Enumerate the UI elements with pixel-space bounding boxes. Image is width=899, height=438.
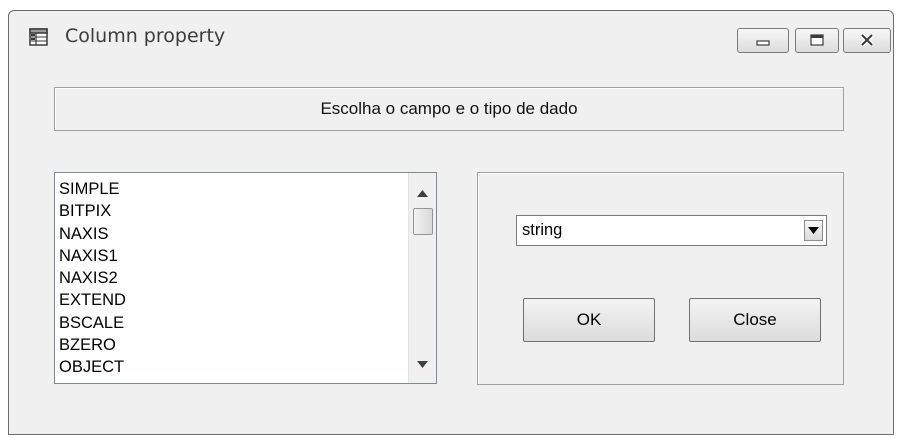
list-item[interactable]: OBJECT (59, 356, 436, 378)
instruction-panel: Escolha o campo e o tipo de dado (54, 87, 844, 131)
ok-button[interactable]: OK (523, 298, 655, 342)
close-icon (860, 33, 874, 47)
field-listbox[interactable]: SIMPLE BITPIX NAXIS NAXIS1 NAXIS2 EXTEND… (54, 172, 437, 384)
list-item[interactable]: SIMPLE (59, 178, 436, 200)
list-scrollbar[interactable] (408, 173, 436, 383)
dropdown-button[interactable] (804, 220, 823, 241)
list-item[interactable]: BITPIX (59, 200, 436, 222)
scroll-up-arrow-icon[interactable] (417, 184, 428, 202)
scroll-thumb[interactable] (413, 208, 433, 235)
list-item[interactable]: NAXIS1 (59, 245, 436, 267)
list-item[interactable]: NAXIS (59, 223, 436, 245)
window-title: Column property (65, 25, 226, 47)
maximize-icon (810, 34, 824, 46)
data-type-value: string (522, 221, 563, 239)
close-button[interactable]: Close (689, 298, 821, 342)
maximize-button[interactable] (795, 28, 839, 53)
instruction-text: Escolha o campo e o tipo de dado (320, 99, 578, 118)
minimize-icon (756, 40, 770, 46)
list-item[interactable]: BZERO (59, 334, 436, 356)
close-window-button[interactable] (843, 28, 891, 53)
type-group-box (477, 172, 844, 385)
list-item[interactable]: BSCALE (59, 312, 436, 334)
title-bar[interactable]: Column property (9, 11, 893, 61)
field-list: SIMPLE BITPIX NAXIS NAXIS1 NAXIS2 EXTEND… (55, 173, 436, 379)
scroll-down-arrow-icon[interactable] (417, 355, 428, 373)
chevron-down-icon (808, 227, 819, 234)
minimize-button[interactable] (737, 28, 789, 53)
list-item[interactable]: NAXIS2 (59, 267, 436, 289)
data-type-select[interactable]: string (516, 215, 827, 246)
list-item[interactable]: EXTEND (59, 289, 436, 311)
app-table-icon[interactable] (29, 27, 49, 47)
